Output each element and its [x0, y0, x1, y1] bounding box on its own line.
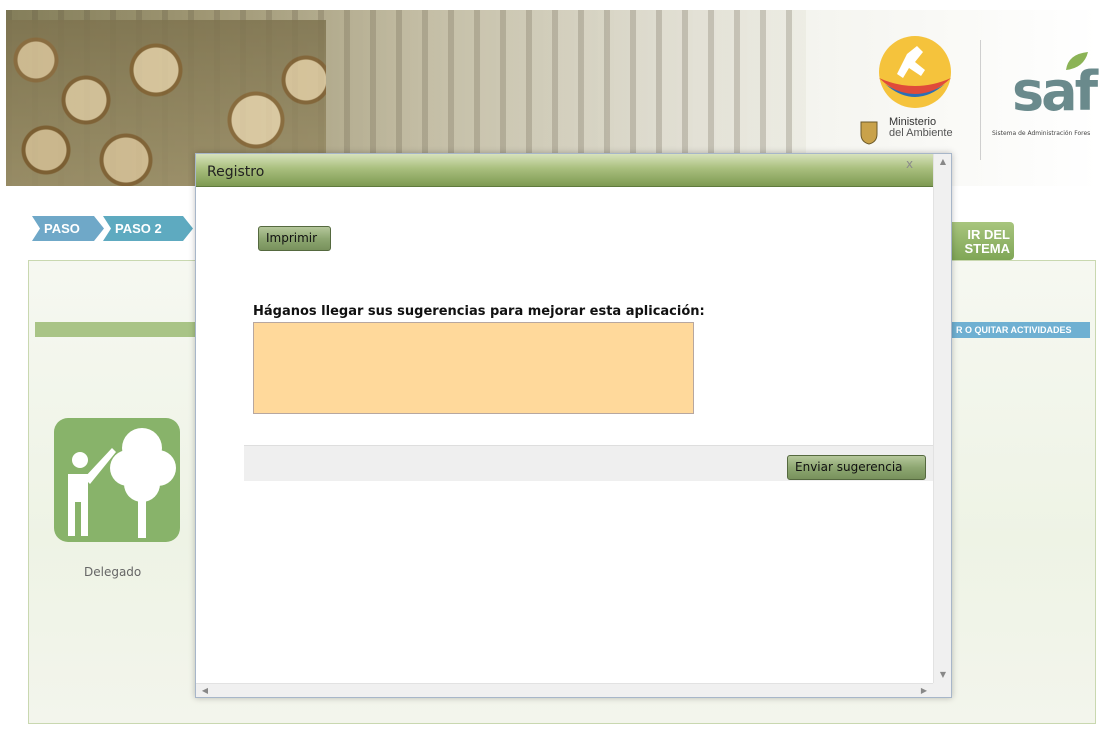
ecuador-shield-icon — [860, 121, 878, 145]
registro-dialog: Registro x Imprimir Háganos llegar sus s… — [195, 153, 952, 698]
dialog-title: Registro — [207, 164, 265, 180]
activities-tab[interactable]: R O QUITAR ACTIVIDADES — [950, 322, 1090, 338]
step-2[interactable]: PASO 2 — [103, 216, 193, 241]
exit-system-button[interactable]: IR DEL STEMA — [946, 222, 1014, 260]
close-icon[interactable]: x — [906, 157, 913, 171]
saf-subtitle: Sistema de Administración Fores — [992, 130, 1091, 137]
delegado-card[interactable] — [54, 418, 180, 542]
suggestion-label: Háganos llegar sus sugerencias para mejo… — [253, 304, 705, 319]
logo-divider — [980, 40, 981, 160]
dialog-titlebar[interactable]: Registro x — [196, 154, 933, 187]
scroll-left-icon[interactable]: ◀ — [198, 684, 212, 698]
delegado-label: Delegado — [84, 565, 142, 579]
print-button[interactable]: Imprimir — [258, 226, 331, 251]
suggestion-textarea[interactable] — [253, 322, 694, 414]
send-suggestion-button[interactable]: Enviar sugerencia — [787, 455, 926, 480]
section-bar — [35, 322, 200, 337]
step-1[interactable]: PASO 1 — [32, 216, 104, 241]
leaf-icon — [1066, 52, 1088, 70]
scrollbar-corner — [933, 683, 951, 697]
ministerio-emblem-icon — [879, 36, 951, 108]
vertical-scrollbar[interactable]: ▲ ▼ — [933, 154, 951, 683]
horizontal-scrollbar[interactable]: ◀ ▶ — [196, 683, 933, 697]
person-tree-icon — [68, 428, 176, 538]
ministerio-text: Ministerio del Ambiente — [889, 116, 953, 139]
ministerio-logo: Ministerio del Ambiente — [855, 32, 975, 162]
scroll-right-icon[interactable]: ▶ — [917, 684, 931, 698]
scroll-up-icon[interactable]: ▲ — [934, 154, 952, 170]
saf-logo: saf Sistema de Administración Fores — [992, 52, 1099, 150]
dialog-footer: Enviar sugerencia — [244, 445, 933, 481]
scroll-down-icon[interactable]: ▼ — [934, 667, 952, 683]
